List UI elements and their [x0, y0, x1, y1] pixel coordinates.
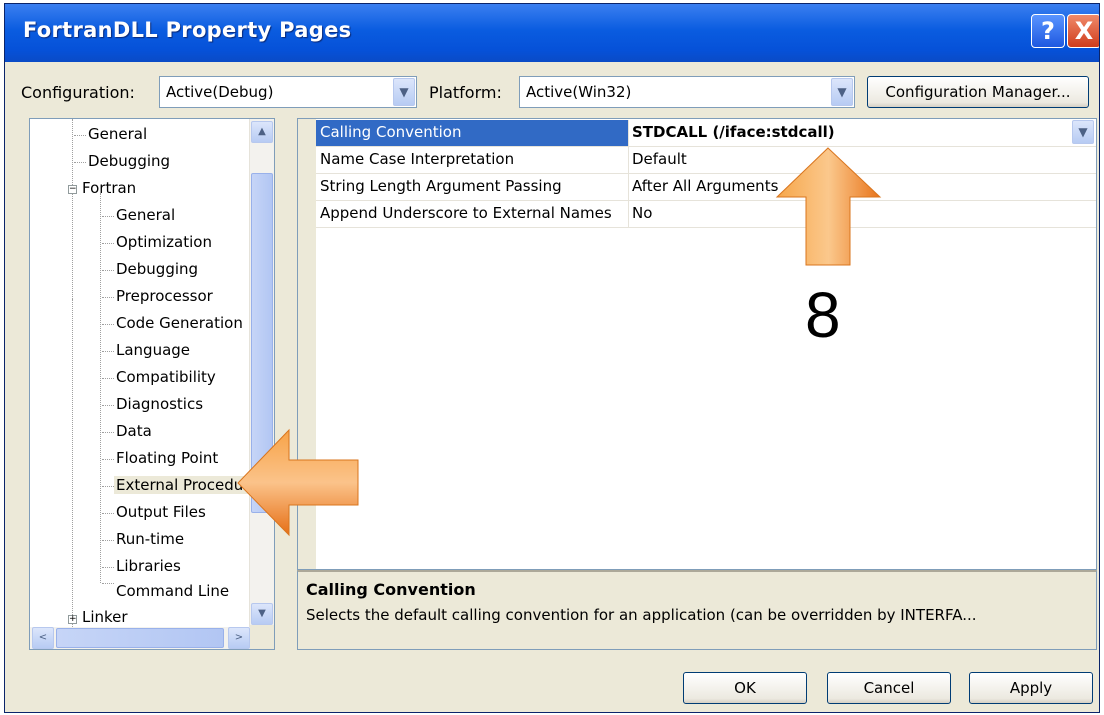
step-number-annotation: 8: [805, 279, 841, 351]
annotation-overlay: [237, 147, 882, 537]
up-arrow-icon: [775, 147, 882, 266]
left-arrow-icon: [237, 428, 359, 537]
